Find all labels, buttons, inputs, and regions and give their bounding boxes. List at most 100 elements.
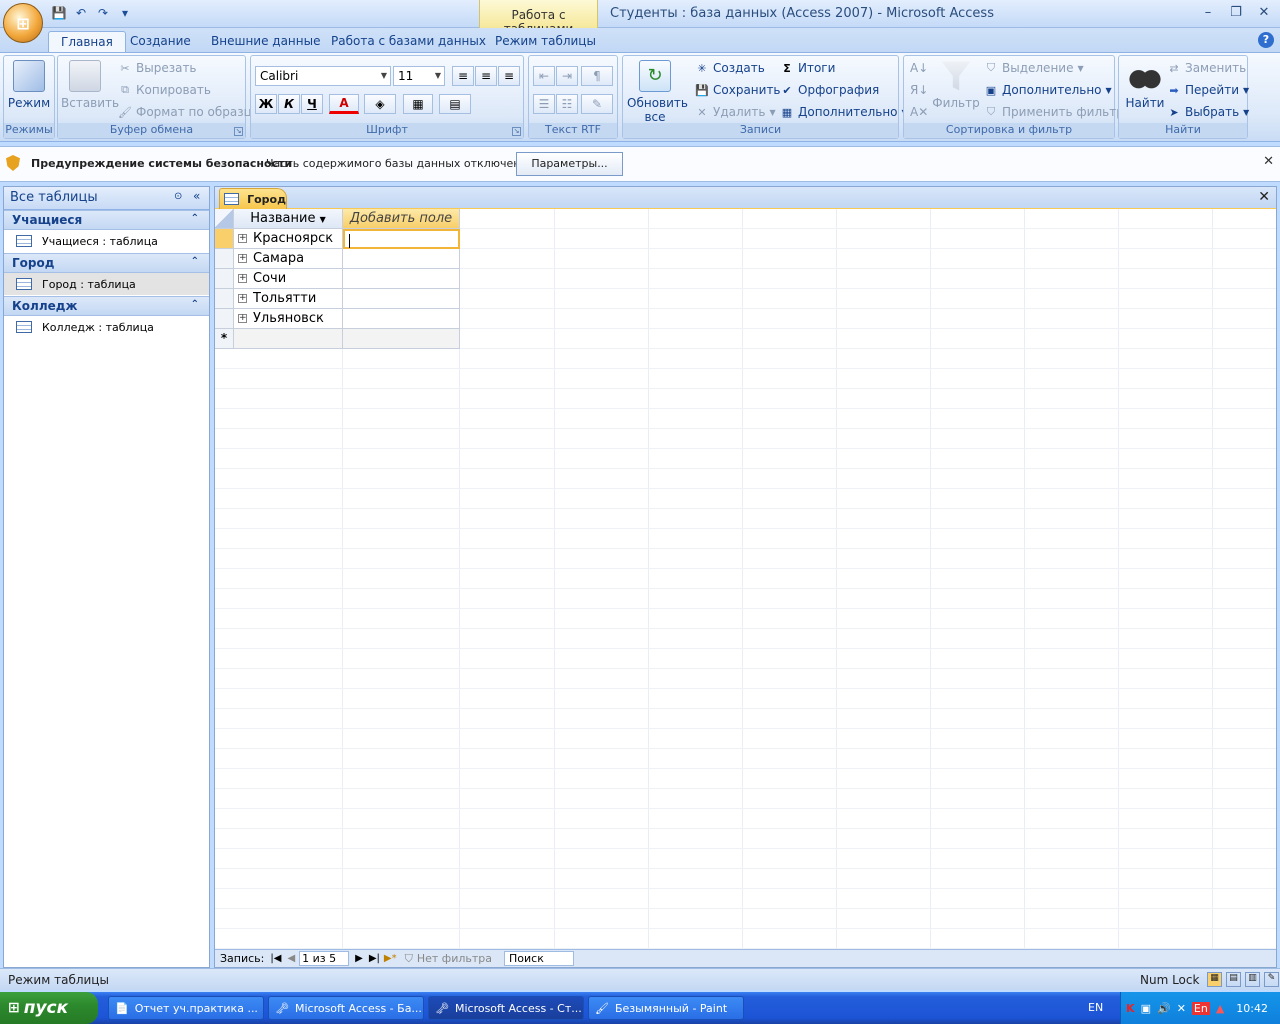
totals-button[interactable]: Σ Итоги <box>780 58 835 78</box>
table-row[interactable]: + Ульяновск <box>234 309 343 329</box>
nav-group-students[interactable]: Учащиеся ⌃ <box>4 210 209 230</box>
toggle-filter-button[interactable]: ⛉ Применить фильтр <box>984 102 1124 122</box>
sort-ascending-icon[interactable]: A↓ <box>910 58 928 78</box>
tab-database-tools[interactable]: Работа с базами данных <box>319 31 498 52</box>
align-right-icon[interactable]: ≡ <box>498 66 520 86</box>
filter-status-label[interactable]: Нет фильтра <box>417 952 492 965</box>
tab-home[interactable]: Главная <box>48 31 126 52</box>
selection-button[interactable]: ⛉ Выделение ▼ <box>984 58 1084 78</box>
find-button[interactable]: Найти <box>1121 60 1169 110</box>
first-record-icon[interactable]: |◀ <box>270 953 281 964</box>
font-launcher-icon[interactable]: ↘ <box>512 127 521 136</box>
bold-button[interactable]: Ж <box>255 94 277 114</box>
task-access-2[interactable]: 🗝 Microsoft Access - Ст... <box>428 996 584 1020</box>
paragraph-icon[interactable]: ¶ <box>581 66 613 86</box>
format-painter-button[interactable]: 🖌 Формат по образцу <box>118 102 259 122</box>
tab-datasheet[interactable]: Режим таблицы <box>483 31 608 52</box>
row-selector[interactable] <box>215 289 234 309</box>
nav-header[interactable]: Все таблицы ⊙ « <box>4 187 209 210</box>
chevron-up-icon[interactable]: ⌃ <box>191 256 199 267</box>
advanced-filter-button[interactable]: ▣ Дополнительно ▼ <box>984 80 1112 100</box>
increase-indent-icon[interactable]: ⇥ <box>556 66 578 86</box>
dropdown-icon[interactable]: ▼ <box>320 215 326 224</box>
table-row[interactable]: + Тольятти <box>234 289 343 309</box>
expand-icon[interactable]: + <box>238 234 247 243</box>
safely-remove-icon[interactable]: ▲ <box>1216 1002 1224 1015</box>
last-record-icon[interactable]: ▶| <box>369 953 380 964</box>
row-selector[interactable] <box>215 229 234 249</box>
table-row[interactable]: + Сочи <box>234 269 343 289</box>
antivirus-icon[interactable]: K <box>1126 1002 1135 1015</box>
task-paint[interactable]: 🖌 Безымянный - Paint <box>588 996 744 1020</box>
italic-button[interactable]: К <box>278 94 300 114</box>
maximize-icon[interactable]: ❐ <box>1228 5 1244 21</box>
font-size-combo[interactable]: 11 ▼ <box>393 66 445 86</box>
paste-button[interactable]: Вставить <box>61 60 119 110</box>
record-position-input[interactable]: 1 из 5 <box>299 951 350 966</box>
task-access-1[interactable]: 🗝 Microsoft Access - Ба... <box>268 996 424 1020</box>
pivot-table-icon[interactable]: ▤ <box>1226 972 1241 987</box>
nav-item-college-table[interactable]: Колледж : таблица <box>4 316 209 338</box>
redo-icon[interactable]: ↷ <box>94 5 112 21</box>
clear-sort-icon[interactable]: A✕ <box>910 102 928 122</box>
view-button[interactable]: Режим <box>5 60 53 110</box>
nav-item-students-table[interactable]: Учащиеся : таблица <box>4 230 209 252</box>
chevron-up-icon[interactable]: ⌃ <box>191 299 199 310</box>
filter-status-icon[interactable]: ⛉ <box>405 952 413 966</box>
help-icon[interactable]: ? <box>1258 32 1274 48</box>
search-input[interactable]: Поиск <box>504 951 575 966</box>
select-button[interactable]: ➤ Выбрать ▼ <box>1167 102 1249 122</box>
alt-fill-icon[interactable]: ▤ <box>439 94 471 114</box>
empty-cell[interactable] <box>343 269 460 289</box>
customize-qat-icon[interactable]: ▾ <box>116 5 134 21</box>
active-cell[interactable] <box>343 229 460 249</box>
filter-button[interactable]: Фильтр <box>932 60 980 110</box>
save-icon[interactable]: 💾 <box>50 5 68 21</box>
chevron-up-icon[interactable]: ⌃ <box>191 213 199 224</box>
row-selector[interactable] <box>215 309 234 329</box>
empty-cell[interactable] <box>343 289 460 309</box>
empty-cell[interactable] <box>343 309 460 329</box>
fill-color-icon[interactable]: ◈ <box>364 94 396 114</box>
more-records-button[interactable]: ▦Дополнительно▼ <box>780 102 908 122</box>
new-row-cell[interactable] <box>343 329 460 349</box>
chevron-down-icon[interactable]: ⊙ <box>174 191 182 202</box>
sort-descending-icon[interactable]: Я↓ <box>910 80 928 100</box>
column-header-add-field[interactable]: Добавить поле <box>343 209 460 229</box>
close-icon[interactable]: ✕ <box>1258 189 1270 205</box>
gridlines-icon[interactable]: ▦ <box>403 94 433 114</box>
column-header-name[interactable]: Название ▼ <box>234 209 343 229</box>
refresh-all-button[interactable]: ↻ Обновить все <box>627 60 688 124</box>
expand-icon[interactable]: + <box>238 294 247 303</box>
start-button[interactable]: ⊞ пуск <box>0 992 98 1024</box>
volume-icon[interactable]: 🔊 <box>1157 1002 1171 1015</box>
prev-record-icon[interactable]: ◀ <box>287 953 295 964</box>
highlight-icon[interactable]: ✎ <box>581 94 613 114</box>
options-button[interactable]: Параметры... <box>516 152 623 176</box>
collapse-pane-icon[interactable]: « <box>193 189 200 203</box>
close-icon[interactable]: ✕ <box>1256 5 1272 21</box>
goto-button[interactable]: ➡ Перейти ▼ <box>1167 80 1249 100</box>
next-record-icon[interactable]: ▶ <box>355 953 363 964</box>
expand-icon[interactable]: + <box>238 314 247 323</box>
clipboard-launcher-icon[interactable]: ↘ <box>234 127 243 136</box>
new-record-nav-icon[interactable]: ▶* <box>384 953 397 964</box>
mute-icon[interactable]: ✕ <box>1177 1002 1186 1015</box>
tab-external-data[interactable]: Внешние данные <box>199 31 332 52</box>
pivot-chart-icon[interactable]: ▥ <box>1245 972 1260 987</box>
task-word-report[interactable]: 📄 Отчет уч.практика ... <box>108 996 264 1020</box>
nav-group-college[interactable]: Колледж ⌃ <box>4 296 209 316</box>
spelling-button[interactable]: ✔ Орфография <box>780 80 879 100</box>
row-selector[interactable] <box>215 269 234 289</box>
office-button[interactable]: ⊞ <box>3 3 43 43</box>
decrease-indent-icon[interactable]: ⇤ <box>533 66 555 86</box>
select-all-corner[interactable] <box>215 209 234 229</box>
table-row[interactable]: + Самара <box>234 249 343 269</box>
new-record-button[interactable]: ✳ Создать <box>695 58 764 78</box>
numbering-icon[interactable]: ☰ <box>533 94 555 114</box>
align-left-icon[interactable]: ≡ <box>452 66 474 86</box>
align-center-icon[interactable]: ≡ <box>475 66 497 86</box>
language-indicator[interactable]: EN <box>1088 1001 1103 1014</box>
save-record-button[interactable]: 💾 Сохранить <box>695 80 780 100</box>
replace-button[interactable]: ⇄ Заменить <box>1167 58 1246 78</box>
